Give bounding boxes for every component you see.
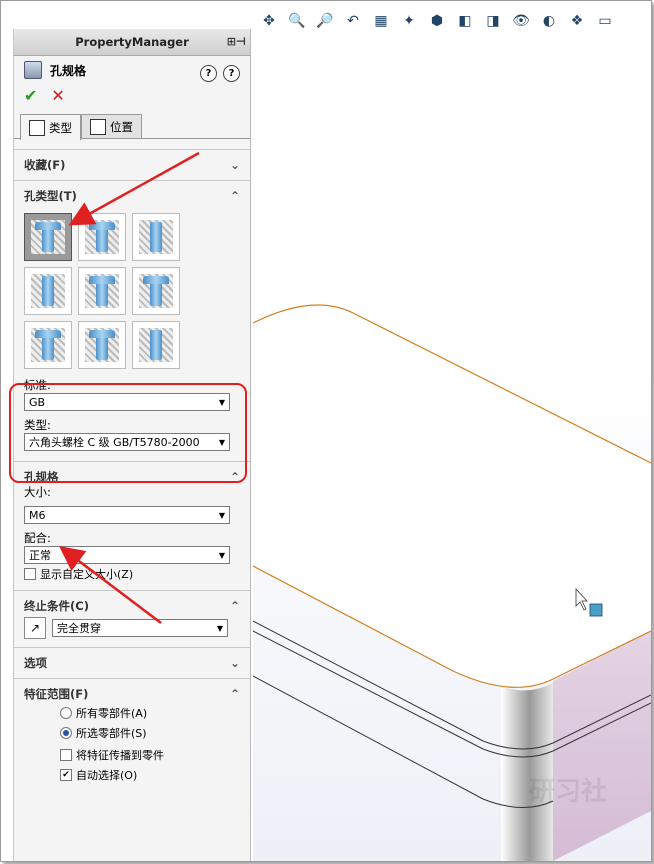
arrow-to-hole-type: [68, 151, 200, 226]
arrow-to-size: [59, 545, 162, 624]
annotation-arrows: [59, 151, 200, 624]
app-window: ✥ 🔍 🔎 ↶ ▦ ✦ ⬢ ◧ ◨ 👁 ◐ ❖ ▭ 研习社 PropertyMa…: [0, 0, 652, 862]
